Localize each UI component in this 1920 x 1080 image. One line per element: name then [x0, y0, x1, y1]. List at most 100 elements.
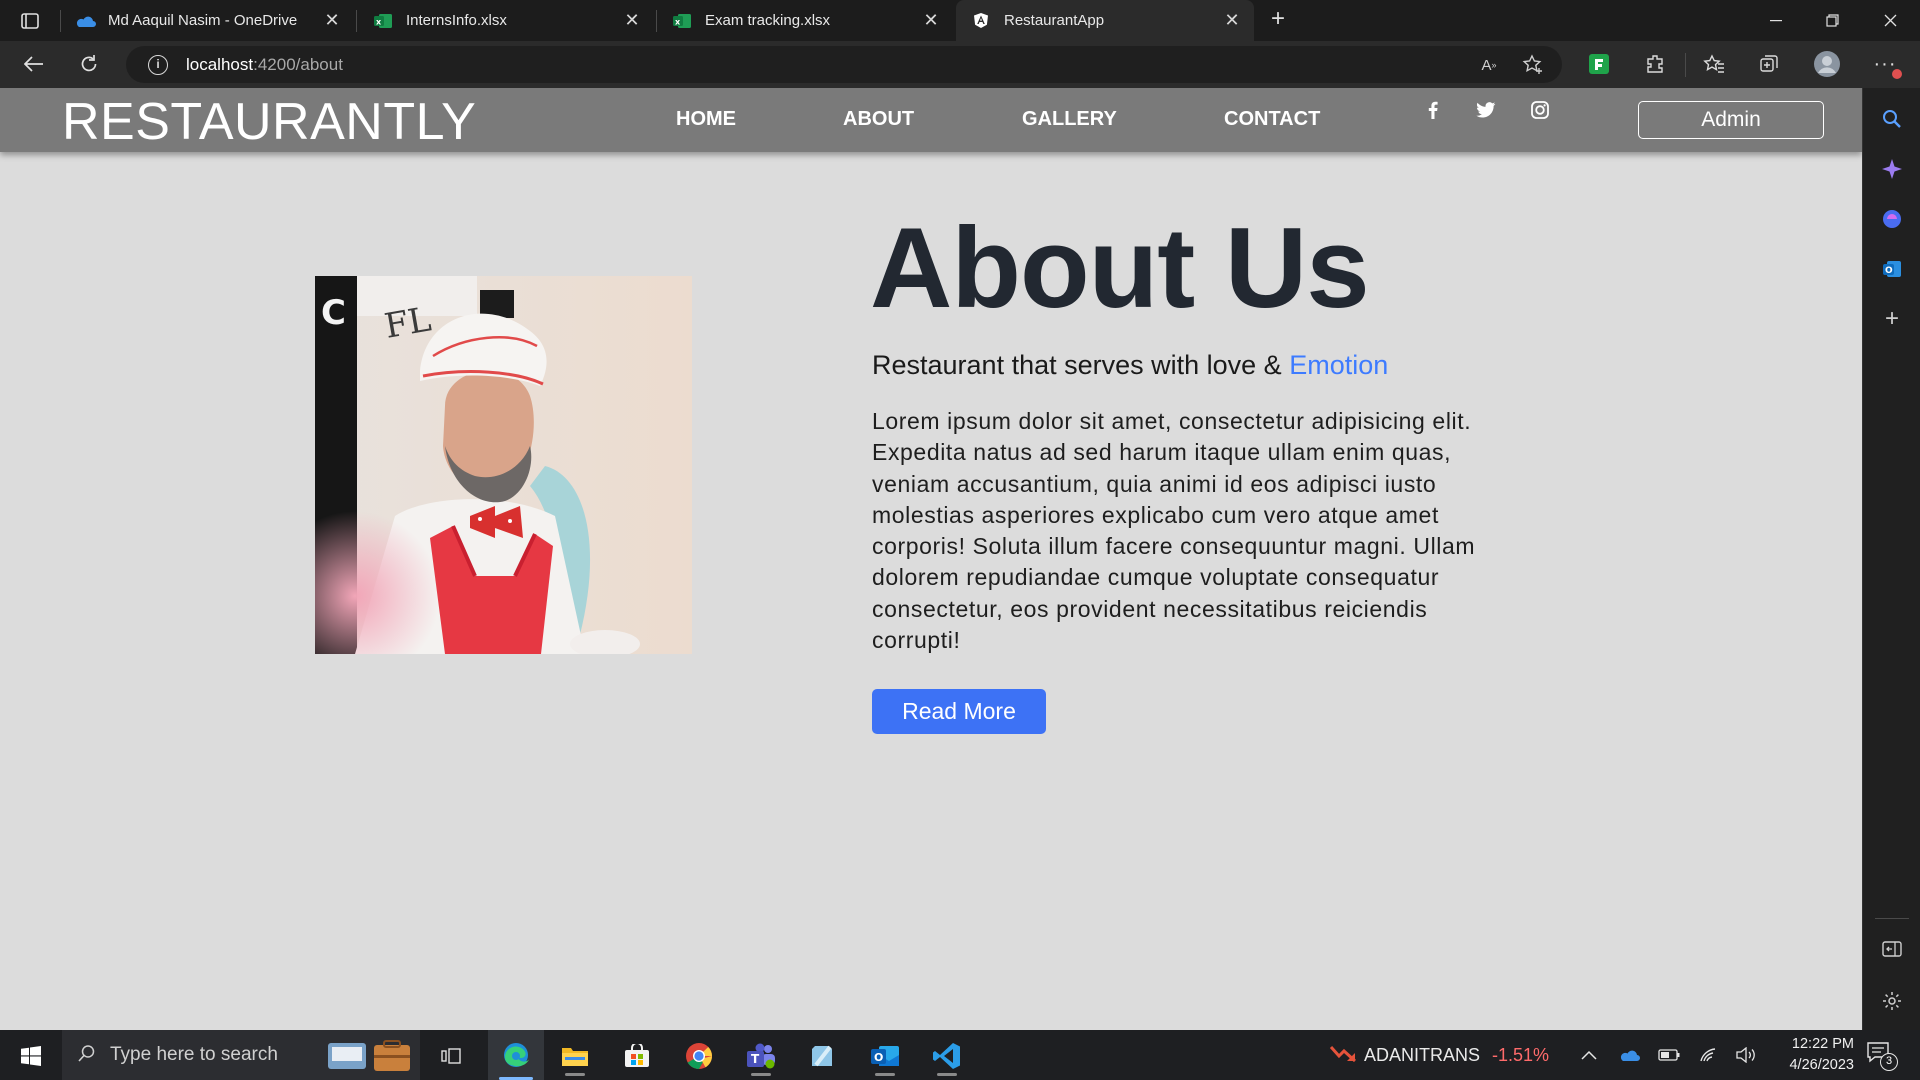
chrome-icon[interactable] — [674, 1036, 724, 1076]
edge-taskbar-icon[interactable] — [488, 1030, 544, 1080]
microsoft-store-icon[interactable] — [612, 1036, 662, 1076]
chevron-up-icon[interactable] — [1576, 1043, 1602, 1067]
restore-icon[interactable] — [1804, 0, 1860, 41]
search-placeholder: Type here to search — [110, 1044, 278, 1065]
wifi-icon[interactable] — [1696, 1043, 1722, 1067]
tab-internsinfo[interactable]: x InternsInfo.xlsx ✕ — [358, 0, 654, 41]
outlook-icon[interactable]: O — [1877, 254, 1907, 284]
tab-exam-tracking[interactable]: x Exam tracking.xlsx ✕ — [657, 0, 953, 41]
stock-trend-icon — [1329, 1044, 1357, 1067]
svg-text:C: C — [321, 293, 346, 333]
nav-gallery[interactable]: GALLERY — [1022, 108, 1117, 131]
copilot-icon[interactable] — [1877, 204, 1907, 234]
more-menu-icon[interactable]: ··· — [1870, 49, 1902, 79]
read-more-button[interactable]: Read More — [872, 689, 1046, 734]
clock-date: 4/26/2023 — [1789, 1057, 1854, 1073]
onedrive-tray-icon[interactable] — [1616, 1043, 1642, 1067]
running-indicator — [875, 1073, 895, 1076]
outlook-taskbar-icon[interactable]: O — [860, 1036, 910, 1076]
minimize-icon[interactable] — [1748, 0, 1804, 41]
tab-separator — [356, 10, 357, 32]
add-favorite-icon[interactable] — [1520, 52, 1546, 78]
clock[interactable]: 12:22 PM 4/26/2023 — [1764, 1034, 1854, 1076]
twitter-icon[interactable] — [1474, 98, 1498, 122]
extension-green-icon[interactable] — [1584, 49, 1614, 79]
hide-sidebar-icon[interactable] — [1877, 934, 1907, 964]
close-icon[interactable]: ✕ — [622, 10, 642, 31]
toolbar-separator — [1685, 53, 1686, 77]
url-text[interactable]: localhost:4200/about — [186, 55, 343, 75]
close-icon[interactable]: ✕ — [322, 10, 342, 31]
sidebar-divider — [1875, 918, 1909, 919]
nav-home[interactable]: HOME — [676, 108, 736, 131]
new-tab-button[interactable]: + — [1264, 6, 1292, 34]
svg-text:x: x — [675, 17, 681, 26]
subtitle-accent: Emotion — [1289, 350, 1389, 380]
admin-button[interactable]: Admin — [1638, 101, 1824, 139]
file-explorer-icon[interactable] — [550, 1036, 600, 1076]
url-path: :4200/about — [253, 55, 343, 74]
profile-avatar[interactable] — [1812, 49, 1842, 79]
extensions-icon[interactable] — [1640, 49, 1670, 79]
site-navbar: RESTAURANTLY HOME ABOUT GALLERY CONTACT … — [0, 88, 1862, 152]
running-indicator — [565, 1073, 585, 1076]
facebook-icon[interactable] — [1421, 98, 1445, 122]
tab-restaurantapp[interactable]: RestaurantApp ✕ — [956, 0, 1254, 41]
sparkle-icon[interactable] — [1877, 154, 1907, 184]
restaurant-page: RESTAURANTLY HOME ABOUT GALLERY CONTACT … — [0, 88, 1862, 1030]
address-bar[interactable]: i localhost:4200/about A» — [126, 46, 1562, 83]
tab-title: InternsInfo.xlsx — [406, 12, 507, 29]
task-view-icon[interactable] — [426, 1036, 476, 1076]
site-info-icon[interactable]: i — [148, 55, 168, 75]
read-aloud-icon[interactable]: A» — [1476, 52, 1502, 78]
vscode-icon[interactable] — [922, 1036, 972, 1076]
close-icon[interactable]: ✕ — [921, 10, 941, 31]
stock-widget[interactable]: ADANITRANS -1.51% — [1329, 1044, 1550, 1067]
notification-count: 3 — [1880, 1053, 1898, 1071]
instagram-icon[interactable] — [1528, 98, 1552, 122]
angular-icon — [970, 12, 992, 30]
add-icon[interactable]: + — [1877, 304, 1907, 334]
stock-name: ADANITRANS — [1364, 1044, 1481, 1065]
search-highlight-icon[interactable] — [324, 1035, 416, 1080]
notification-center-icon[interactable]: 3 — [1866, 1041, 1900, 1071]
notes-app-icon[interactable] — [798, 1036, 848, 1076]
search-icon[interactable] — [1877, 104, 1907, 134]
volume-icon[interactable] — [1734, 1043, 1760, 1067]
favorites-icon[interactable] — [1699, 49, 1729, 79]
tab-onedrive[interactable]: Md Aaquil Nasim - OneDrive ✕ — [60, 0, 354, 41]
windows-start-icon[interactable] — [6, 1036, 56, 1076]
nav-contact[interactable]: CONTACT — [1224, 108, 1320, 131]
windows-taskbar: Type here to search T O ADANITRANS -1.51… — [0, 1030, 1920, 1080]
tab-actions-icon[interactable] — [14, 9, 46, 33]
close-window-icon[interactable] — [1862, 0, 1918, 41]
running-indicator — [937, 1073, 957, 1076]
onedrive-icon — [74, 12, 96, 30]
svg-text:O: O — [1885, 266, 1893, 276]
brand-logo[interactable]: RESTAURANTLY — [62, 92, 476, 152]
browser-tab-strip: Md Aaquil Nasim - OneDrive ✕ x InternsIn… — [0, 0, 1920, 41]
collections-icon[interactable] — [1754, 49, 1784, 79]
taskbar-search-box[interactable]: Type here to search — [62, 1030, 420, 1080]
running-indicator — [751, 1073, 771, 1076]
url-host: localhost — [186, 55, 254, 74]
svg-text:T: T — [751, 1052, 760, 1066]
nav-about[interactable]: ABOUT — [843, 108, 914, 131]
teams-icon[interactable]: T — [736, 1036, 786, 1076]
excel-icon: x — [671, 12, 693, 30]
excel-icon: x — [372, 12, 394, 30]
close-icon[interactable]: ✕ — [1222, 10, 1242, 31]
refresh-icon[interactable] — [72, 49, 106, 79]
search-icon — [78, 1044, 96, 1067]
clock-time: 12:22 PM — [1791, 1036, 1854, 1052]
svg-text:x: x — [376, 17, 382, 26]
stock-change: -1.51% — [1492, 1044, 1550, 1065]
settings-gear-icon[interactable] — [1877, 986, 1907, 1016]
battery-icon[interactable] — [1656, 1043, 1682, 1067]
tab-title: Md Aaquil Nasim - OneDrive — [108, 12, 298, 29]
svg-text:O: O — [874, 1051, 883, 1064]
chef-photo: C FL — [315, 276, 692, 654]
browser-toolbar: i localhost:4200/about A» ··· — [0, 41, 1920, 88]
back-arrow-icon[interactable] — [17, 49, 51, 79]
about-subtitle: Restaurant that serves with love & Emoti… — [872, 350, 1388, 381]
